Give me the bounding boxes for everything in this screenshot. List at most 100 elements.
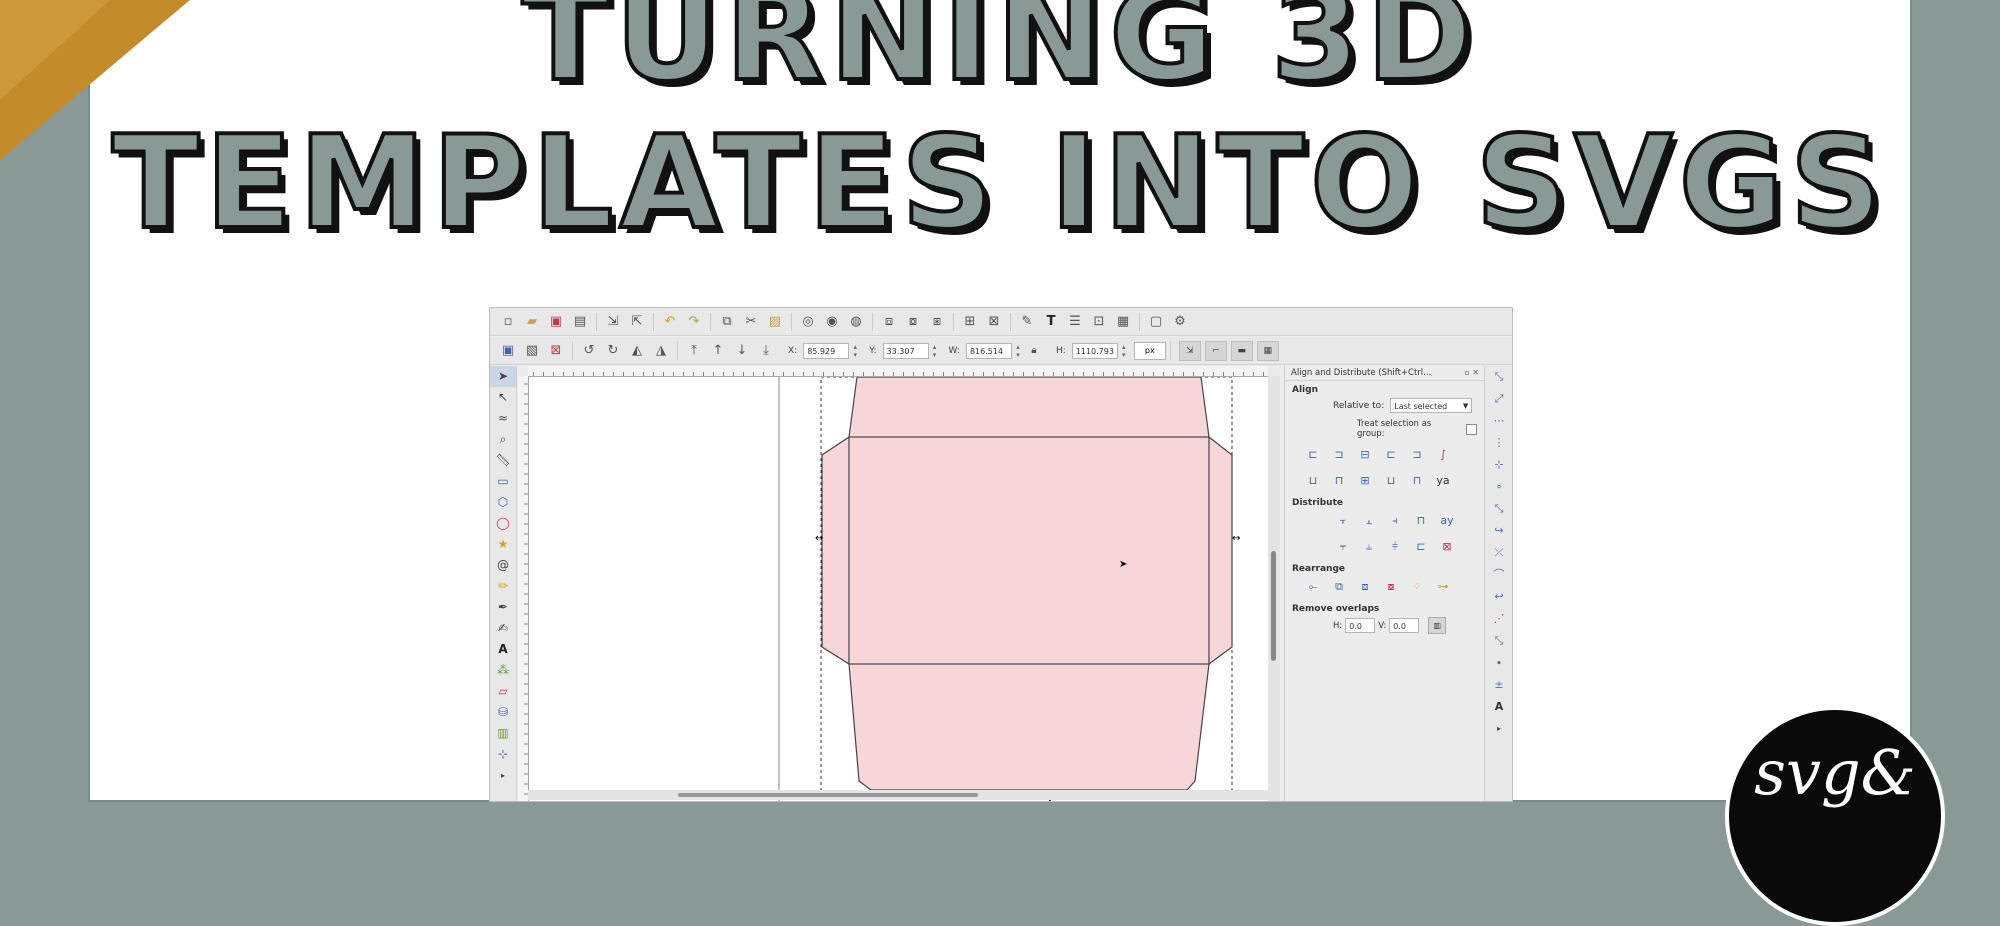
rotate-cw-icon[interactable]: ↻ bbox=[604, 342, 622, 360]
horizontal-scrollbar[interactable] bbox=[528, 790, 1268, 800]
distribute-top-icon[interactable]: ⫧ bbox=[1333, 537, 1353, 557]
distribute-middle-icon[interactable]: ⫨ bbox=[1359, 537, 1379, 557]
distribute-vgaps-icon[interactable]: ⊏ bbox=[1411, 537, 1431, 557]
snap-midpoints-icon[interactable]: ⊹ bbox=[1485, 454, 1512, 476]
objects-icon[interactable]: ▦ bbox=[1114, 313, 1132, 331]
graph-layout-icon[interactable]: ⟜ bbox=[1303, 577, 1323, 597]
lower-icon[interactable]: ↓ bbox=[733, 342, 751, 360]
measure-icon[interactable]: 📏︎ bbox=[490, 450, 516, 471]
undo-icon[interactable]: ↶ bbox=[661, 313, 679, 331]
snap-bbox-corners-icon[interactable]: ⋮ bbox=[1485, 432, 1512, 454]
select-all-icon[interactable]: ▣ bbox=[499, 342, 517, 360]
zoom-selection-icon[interactable]: ◎ bbox=[799, 313, 817, 331]
zoom-icon[interactable]: ⌕ bbox=[490, 429, 516, 450]
distribute-left-icon[interactable]: ⫟ bbox=[1333, 511, 1353, 531]
transform-icon[interactable]: ⊠ bbox=[985, 313, 1003, 331]
text-tool-icon[interactable]: A bbox=[490, 639, 516, 660]
distribute-baseline-icon[interactable]: ⊠ bbox=[1437, 537, 1457, 557]
horizontal-scroll-thumb[interactable] bbox=[678, 793, 978, 797]
h-spinner[interactable]: ▴ ▾ bbox=[1120, 343, 1128, 359]
calligraphy-icon[interactable]: ✍ bbox=[490, 618, 516, 639]
align-top-icon[interactable]: ⊓ bbox=[1329, 471, 1349, 491]
relative-to-select[interactable]: Last selected ▼ bbox=[1390, 398, 1473, 413]
left-resize-handle[interactable]: ↔ bbox=[815, 533, 823, 544]
align-left-edge-icon[interactable]: ⊏ bbox=[1303, 445, 1323, 465]
distribute-text-icon[interactable]: ay bbox=[1437, 511, 1457, 531]
flip-vertical-icon[interactable]: ◮ bbox=[652, 342, 670, 360]
save-icon[interactable]: ▣ bbox=[547, 313, 565, 331]
overlap-h-input[interactable]: 0.0 bbox=[1345, 618, 1376, 633]
lock-icon[interactable]: 🔒︎ bbox=[1025, 342, 1043, 360]
scale-stroke-toggle[interactable]: ⇲ bbox=[1178, 340, 1201, 361]
snap-page-icon[interactable]: ± bbox=[1485, 674, 1512, 696]
spray-icon[interactable]: ⁂ bbox=[490, 660, 516, 681]
align-baseline-icon[interactable]: ya bbox=[1433, 471, 1453, 491]
align-right-edge-icon[interactable]: ⊐ bbox=[1407, 445, 1427, 465]
y-input[interactable]: 33.307 bbox=[882, 342, 929, 359]
new-doc-icon[interactable]: ▫ bbox=[499, 313, 517, 331]
ellipse-icon[interactable]: ◯ bbox=[490, 513, 516, 534]
center-vertical-icon[interactable]: ⊟ bbox=[1355, 445, 1375, 465]
vertical-scroll-thumb[interactable] bbox=[1271, 551, 1276, 661]
envelope-template[interactable] bbox=[821, 377, 1233, 791]
unclump-icon[interactable]: ⊶ bbox=[1433, 577, 1453, 597]
import-icon[interactable]: ⇲ bbox=[604, 313, 622, 331]
selector-icon[interactable]: ➤ bbox=[490, 366, 516, 387]
snap-text-icon[interactable]: A bbox=[1485, 696, 1512, 718]
exchange-selection-icon[interactable]: ⧈ bbox=[1355, 577, 1375, 597]
overlap-v-input[interactable]: 0.0 bbox=[1389, 618, 1420, 633]
zoom-page-icon[interactable]: ◍ bbox=[847, 313, 865, 331]
scale-corners-toggle[interactable]: ⌐ bbox=[1204, 340, 1227, 361]
distribute-gaps-icon[interactable]: ⊓ bbox=[1411, 511, 1431, 531]
raise-top-icon[interactable]: ⤒ bbox=[685, 342, 703, 360]
snap-object-mid-icon[interactable]: ⤡ bbox=[1485, 630, 1512, 652]
w-input[interactable]: 816.514 bbox=[965, 342, 1012, 359]
snap-paths-icon[interactable]: ↪ bbox=[1485, 520, 1512, 542]
snap-smooth-icon[interactable]: ↩ bbox=[1485, 586, 1512, 608]
rotate-ccw-icon[interactable]: ↺ bbox=[580, 342, 598, 360]
eraser-icon[interactable]: ▱ bbox=[490, 681, 516, 702]
snap-centers-icon[interactable]: ∘ bbox=[1485, 476, 1512, 498]
paste-icon[interactable]: ▨ bbox=[766, 313, 784, 331]
align-bottom-icon[interactable]: ⊔ bbox=[1381, 471, 1401, 491]
raise-icon[interactable]: ↑ bbox=[709, 342, 727, 360]
treat-group-checkbox[interactable] bbox=[1466, 423, 1477, 435]
align-top-edge-icon[interactable]: ⊓ bbox=[1407, 471, 1427, 491]
snap-bbox-edges-icon[interactable]: ⋯ bbox=[1485, 410, 1512, 432]
cut-icon[interactable]: ✂ bbox=[742, 313, 760, 331]
snap-intersections-icon[interactable]: ⤫ bbox=[1485, 542, 1512, 564]
select-all-layers-icon[interactable]: ▧ bbox=[523, 342, 541, 360]
tweak-icon[interactable]: ≈ bbox=[490, 408, 516, 429]
more-snap-icon[interactable]: ▸ bbox=[1485, 718, 1512, 740]
star-icon[interactable]: ★ bbox=[490, 534, 516, 555]
panel-close-icon[interactable]: ▫ ✕ bbox=[1464, 366, 1479, 380]
distribute-bottom-icon[interactable]: ⫩ bbox=[1385, 537, 1405, 557]
w-spinner[interactable]: ▴ ▾ bbox=[1014, 343, 1022, 359]
lower-bottom-icon[interactable]: ⤓ bbox=[757, 342, 775, 360]
group-icon[interactable]: ⧈ bbox=[880, 313, 898, 331]
distribute-center-icon[interactable]: ⫠ bbox=[1359, 511, 1379, 531]
rect-icon[interactable]: ▭ bbox=[490, 471, 516, 492]
snap-cusp-icon[interactable]: ⌒ bbox=[1485, 564, 1512, 586]
open-icon[interactable]: ▰ bbox=[523, 313, 541, 331]
align-text-icon[interactable]: ∫ bbox=[1433, 445, 1453, 465]
text-icon[interactable]: T bbox=[1042, 313, 1060, 331]
dropper-icon[interactable]: ⊹ bbox=[490, 744, 516, 765]
snap-bbox-icon[interactable]: ⤢ bbox=[1485, 388, 1512, 410]
x-input[interactable]: 85.929 bbox=[803, 342, 850, 359]
right-resize-handle[interactable]: ↔ bbox=[1232, 533, 1240, 544]
gradient-icon[interactable]: ▥ bbox=[490, 723, 516, 744]
unit-select[interactable]: px bbox=[1133, 341, 1166, 360]
snap-rotation-icon[interactable]: ∙ bbox=[1485, 652, 1512, 674]
pencil-icon[interactable]: ✏ bbox=[490, 576, 516, 597]
drawing-canvas[interactable]: ↔ ↔ ▴ ➤ bbox=[529, 377, 1268, 801]
pen-icon[interactable]: ✒ bbox=[490, 597, 516, 618]
snap-nodes-icon[interactable]: ⤡ bbox=[1485, 498, 1512, 520]
clone-icon[interactable]: ⧆ bbox=[928, 313, 946, 331]
exchange-clockwise-icon[interactable]: ⧇ bbox=[1381, 577, 1401, 597]
h-input[interactable]: 1110.793 bbox=[1071, 342, 1118, 359]
center-horizontal-icon[interactable]: ⊞ bbox=[1355, 471, 1375, 491]
align-bottom-edge-icon[interactable]: ⊔ bbox=[1303, 471, 1323, 491]
node-icon[interactable]: ↖ bbox=[490, 387, 516, 408]
align-left-icon[interactable]: ⊐ bbox=[1329, 445, 1349, 465]
